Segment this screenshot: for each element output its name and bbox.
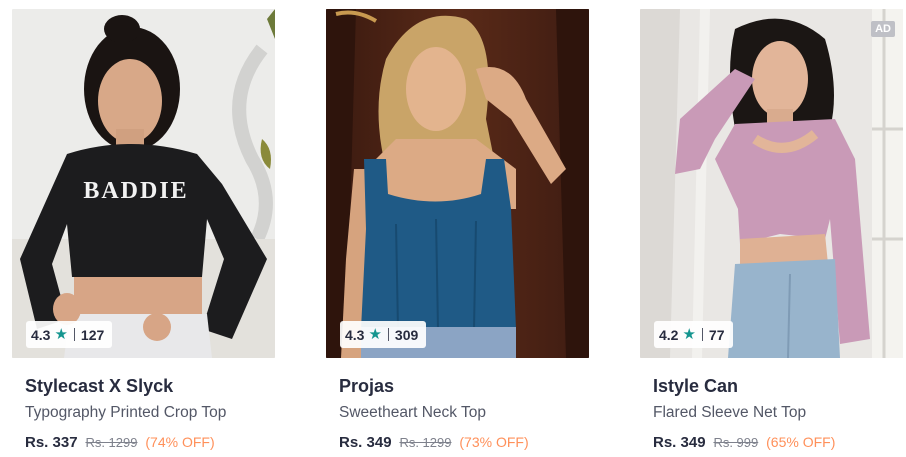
product-grid: BADDIE 4.3 ★ 127 Stylecast X Slyck Typog…	[0, 0, 906, 457]
star-icon: ★	[682, 326, 696, 343]
product-image[interactable]: AD 4.2 ★ 77	[640, 9, 903, 358]
price: Rs. 337	[25, 434, 78, 451]
print-text: BADDIE	[83, 178, 188, 204]
original-price: Rs. 1299	[85, 435, 138, 450]
discount: (74% OFF)	[145, 434, 215, 450]
rating-badge: 4.2 ★ 77	[654, 321, 733, 348]
original-price: Rs. 1299	[399, 435, 452, 450]
product-card[interactable]: AD 4.2 ★ 77 Istyle Can Flared Sleeve Net…	[640, 9, 903, 453]
rating-divider	[701, 328, 703, 341]
original-price: Rs. 999	[713, 435, 759, 450]
rating-value: 4.2	[659, 326, 679, 343]
product-photo: BADDIE	[12, 9, 275, 358]
rating-count: 309	[394, 326, 419, 343]
price-row: Rs. 349 Rs. 999 (65% OFF)	[653, 432, 903, 453]
product-card[interactable]: 4.3 ★ 309 Projas Sweetheart Neck Top Rs.…	[326, 9, 589, 453]
rating-value: 4.3	[345, 326, 365, 343]
star-icon: ★	[54, 326, 68, 343]
price: Rs. 349	[339, 434, 392, 451]
discount: (73% OFF)	[459, 434, 529, 450]
product-photo	[640, 9, 903, 358]
rating-divider	[73, 328, 75, 341]
product-image[interactable]: BADDIE 4.3 ★ 127	[12, 9, 275, 358]
ad-badge: AD	[871, 21, 895, 37]
rating-divider	[387, 328, 389, 341]
brand-name[interactable]: Istyle Can	[653, 375, 903, 397]
price: Rs. 349	[653, 434, 706, 451]
rating-badge: 4.3 ★ 309	[340, 321, 427, 348]
product-name[interactable]: Flared Sleeve Net Top	[653, 403, 903, 423]
brand-name[interactable]: Stylecast X Slyck	[25, 375, 275, 397]
rating-value: 4.3	[31, 326, 51, 343]
product-image[interactable]: 4.3 ★ 309	[326, 9, 589, 358]
product-photo	[326, 9, 589, 358]
product-card[interactable]: BADDIE 4.3 ★ 127 Stylecast X Slyck Typog…	[12, 9, 275, 453]
discount: (65% OFF)	[766, 434, 836, 450]
rating-badge: 4.3 ★ 127	[26, 321, 113, 348]
brand-name[interactable]: Projas	[339, 375, 589, 397]
star-icon: ★	[368, 326, 382, 343]
product-name[interactable]: Typography Printed Crop Top	[25, 403, 275, 423]
rating-count: 77	[708, 326, 725, 343]
price-row: Rs. 337 Rs. 1299 (74% OFF)	[25, 432, 275, 453]
product-name[interactable]: Sweetheart Neck Top	[339, 403, 589, 423]
rating-count: 127	[80, 326, 105, 343]
price-row: Rs. 349 Rs. 1299 (73% OFF)	[339, 432, 589, 453]
